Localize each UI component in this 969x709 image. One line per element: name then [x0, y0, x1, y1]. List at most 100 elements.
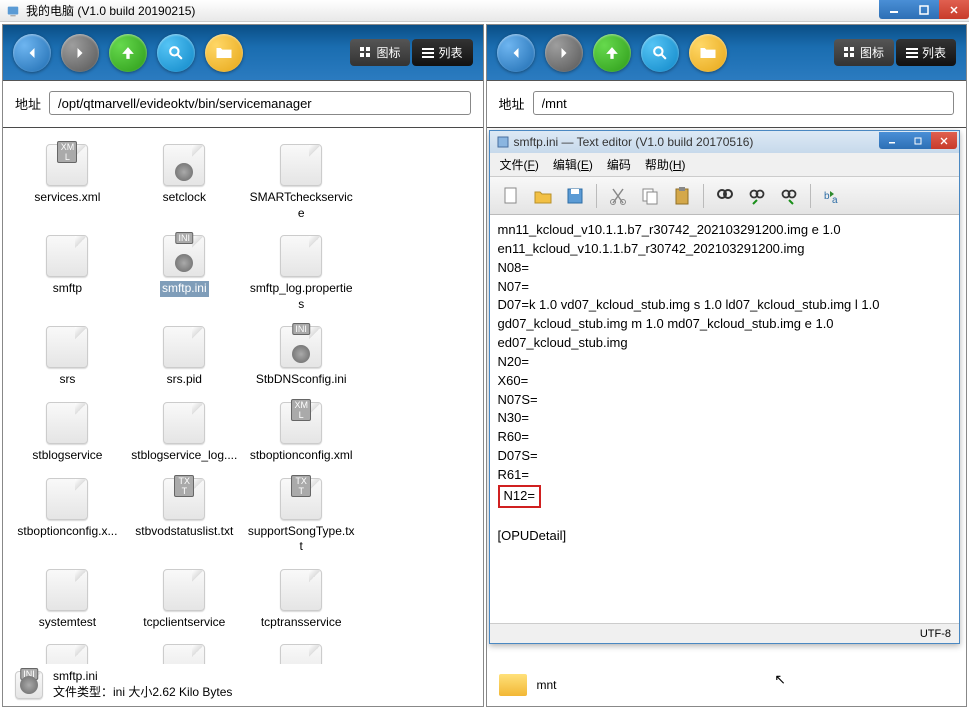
- file-item[interactable]: tcptransservice: [243, 559, 360, 635]
- search-button[interactable]: [641, 34, 679, 72]
- file-item[interactable]: srs: [9, 316, 126, 392]
- find-prev-icon[interactable]: [744, 183, 770, 209]
- back-button[interactable]: [13, 34, 51, 72]
- file-icon: [163, 402, 205, 444]
- status-filename: smftp.ini: [53, 669, 232, 685]
- editor-maximize-button[interactable]: [905, 132, 931, 149]
- file-item[interactable]: [9, 634, 126, 664]
- right-toolbar: 图标 列表: [487, 25, 967, 81]
- left-panel: 图标 列表 地址 XML services.xml setclockSMARTche…: [2, 24, 484, 707]
- minimize-button[interactable]: [879, 0, 909, 19]
- cut-icon[interactable]: [605, 183, 631, 209]
- menu-help[interactable]: 帮助(H): [645, 156, 686, 173]
- file-item[interactable]: TXTsupportSongType.txt: [243, 468, 360, 559]
- menu-encoding[interactable]: 编码: [607, 156, 631, 173]
- up-button[interactable]: [109, 34, 147, 72]
- open-file-icon[interactable]: [530, 183, 556, 209]
- encoding-label: UTF-8: [920, 628, 951, 640]
- file-icon: [46, 235, 88, 277]
- file-item[interactable]: setclock: [126, 134, 243, 225]
- up-button[interactable]: [593, 34, 631, 72]
- address-label: 地址: [15, 94, 41, 113]
- left-address-row: 地址: [3, 81, 483, 128]
- file-item[interactable]: tcpclientservice: [126, 559, 243, 635]
- file-item[interactable]: smftp_log.properties: [243, 225, 360, 316]
- file-label: smftp.ini: [160, 281, 209, 297]
- file-icon: [163, 326, 205, 368]
- left-toolbar: 图标 列表: [3, 25, 483, 81]
- editor-toolbar: ba: [490, 177, 960, 215]
- file-item[interactable]: [243, 634, 360, 664]
- svg-text:b: b: [824, 191, 830, 202]
- close-button[interactable]: [939, 0, 969, 19]
- file-label: smftp: [53, 281, 82, 297]
- editor-titlebar[interactable]: smftp.ini — Text editor (V1.0 build 2017…: [490, 131, 960, 153]
- editor-minimize-button[interactable]: [879, 132, 905, 149]
- forward-button[interactable]: [61, 34, 99, 72]
- editor-icon: [496, 135, 510, 149]
- editor-menubar: 文件(F) 编辑(E) 编码 帮助(H): [490, 153, 960, 177]
- svg-text:a: a: [832, 195, 838, 206]
- file-item[interactable]: stblogservice_log....: [126, 392, 243, 468]
- folder-button[interactable]: [689, 34, 727, 72]
- file-label: stboptionconfig.x...: [17, 524, 117, 540]
- forward-button[interactable]: [545, 34, 583, 72]
- file-icon: [46, 402, 88, 444]
- save-icon[interactable]: [562, 183, 588, 209]
- file-label: services.xml: [34, 190, 100, 206]
- view-list-button[interactable]: 列表: [412, 39, 472, 66]
- file-item[interactable]: srs.pid: [126, 316, 243, 392]
- status-folder-name: mnt: [537, 678, 557, 692]
- file-item[interactable]: stblogservice: [9, 392, 126, 468]
- file-label: StbDNSconfig.ini: [256, 372, 347, 388]
- find-next-icon[interactable]: [776, 183, 802, 209]
- file-item[interactable]: XMLstboptionconfig.xml: [243, 392, 360, 468]
- copy-icon[interactable]: [637, 183, 663, 209]
- new-file-icon[interactable]: [498, 183, 524, 209]
- left-statusbar: INI smftp.ini 文件类型：ini 大小2.62 Kilo Bytes: [3, 664, 483, 706]
- file-icon: [46, 644, 88, 664]
- back-button[interactable]: [497, 34, 535, 72]
- menu-edit[interactable]: 编辑(E): [553, 156, 593, 173]
- main-titlebar: 我的电脑 (V1.0 build 20190215): [0, 0, 969, 22]
- editor-title-text: smftp.ini — Text editor (V1.0 build 2017…: [514, 135, 754, 149]
- menu-file[interactable]: 文件(F): [500, 156, 539, 173]
- replace-icon[interactable]: ba: [819, 183, 845, 209]
- file-label: SMARTcheckservice: [247, 190, 355, 221]
- file-item[interactable]: stboptionconfig.x...: [9, 468, 126, 559]
- file-icon: XML: [46, 144, 88, 186]
- file-item[interactable]: INIsmftp.ini: [126, 225, 243, 316]
- file-item[interactable]: smftp: [9, 225, 126, 316]
- maximize-button[interactable]: [909, 0, 939, 19]
- folder-icon: [499, 674, 527, 696]
- status-info: 文件类型：ini 大小2.62 Kilo Bytes: [53, 685, 232, 701]
- left-address-input[interactable]: [49, 91, 470, 115]
- view-list-button[interactable]: 列表: [896, 39, 956, 66]
- window-title: 我的电脑 (V1.0 build 20190215): [26, 2, 195, 19]
- find-icon[interactable]: [712, 183, 738, 209]
- editor-text-area[interactable]: mn11_kcloud_v10.1.1.b7_r30742_2021032912…: [490, 215, 960, 623]
- paste-icon[interactable]: [669, 183, 695, 209]
- search-button[interactable]: [157, 34, 195, 72]
- file-label: tcpclientservice: [143, 615, 225, 631]
- left-file-area[interactable]: XML services.xml setclockSMARTcheckservice…: [3, 128, 483, 664]
- view-icons-button[interactable]: 图标: [350, 39, 410, 66]
- file-item[interactable]: [126, 634, 243, 664]
- editor-window: smftp.ini — Text editor (V1.0 build 2017…: [489, 130, 961, 644]
- file-item[interactable]: systemtest: [9, 559, 126, 635]
- right-address-input[interactable]: [533, 91, 954, 115]
- file-label: tcptransservice: [261, 615, 342, 631]
- app-icon: [6, 4, 20, 18]
- file-item[interactable]: XML services.xml: [9, 134, 126, 225]
- view-icons-button[interactable]: 图标: [834, 39, 894, 66]
- folder-button[interactable]: [205, 34, 243, 72]
- file-item[interactable]: TXTstbvodstatuslist.txt: [126, 468, 243, 559]
- right-panel: 图标 列表 地址 smftp.ini — Text editor (V1.0 b…: [486, 24, 968, 707]
- file-icon: [46, 569, 88, 611]
- file-icon: XML: [280, 402, 322, 444]
- file-item[interactable]: INIStbDNSconfig.ini: [243, 316, 360, 392]
- file-label: srs: [59, 372, 75, 388]
- editor-close-button[interactable]: [931, 132, 957, 149]
- file-item[interactable]: SMARTcheckservice: [243, 134, 360, 225]
- right-file-area[interactable]: smftp.ini — Text editor (V1.0 build 2017…: [487, 128, 967, 664]
